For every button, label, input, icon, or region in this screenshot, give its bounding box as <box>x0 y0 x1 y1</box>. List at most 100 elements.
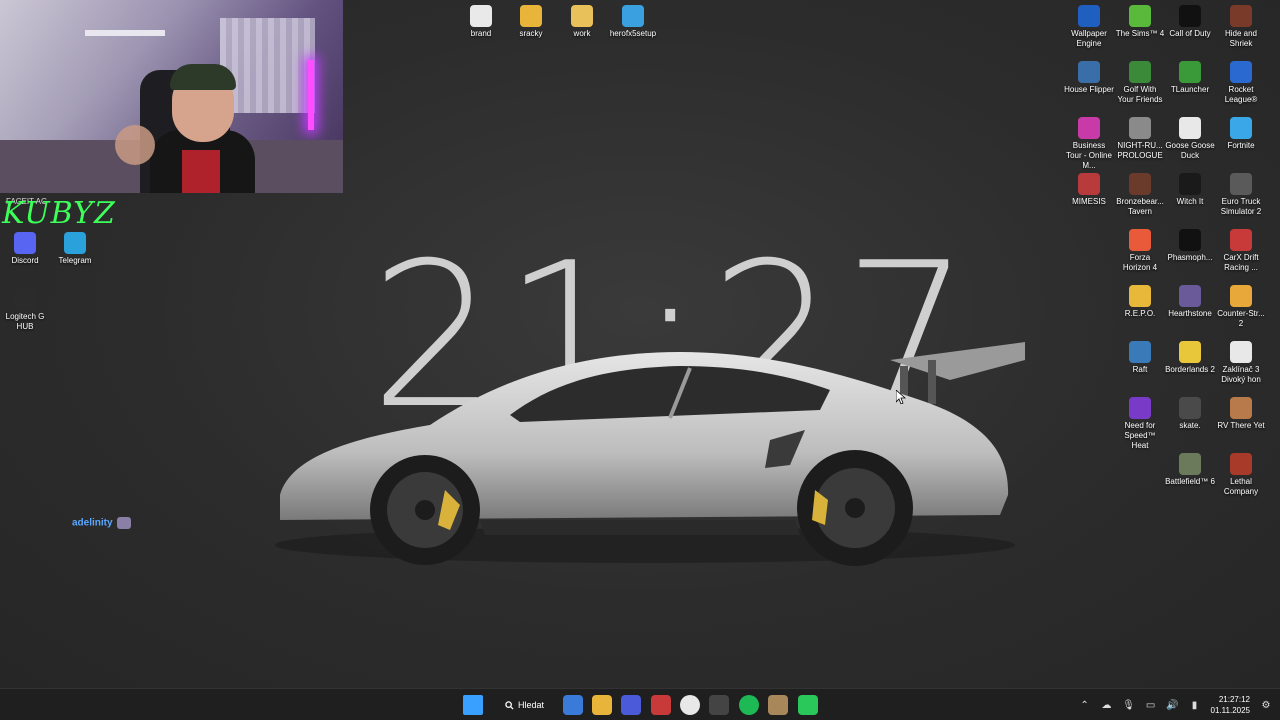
desktop-icon[interactable]: Euro Truck Simulator 2 <box>1216 173 1266 217</box>
desktop-icon[interactable]: MIMESIS <box>1064 173 1114 207</box>
app-blue-icon[interactable] <box>621 695 641 715</box>
witcher-icon <box>1230 341 1252 363</box>
volume-icon[interactable]: 🔊 <box>1166 699 1178 711</box>
desktop-icon[interactable]: Goose Goose Duck <box>1165 117 1215 161</box>
desktop-icon[interactable]: TLauncher <box>1165 61 1215 95</box>
desktop-icon[interactable]: work <box>557 5 607 39</box>
spotify-icon[interactable] <box>739 695 759 715</box>
stream-deck-icon[interactable] <box>651 695 671 715</box>
store-icon[interactable] <box>563 695 583 715</box>
desktop-icon[interactable]: Business Tour - Online M... <box>1064 117 1114 171</box>
desktop-icon-label: Rocket League® <box>1224 85 1258 104</box>
streamer-logo: KUBYZ <box>2 196 116 231</box>
desktop-icon[interactable]: RV There Yet <box>1216 397 1266 431</box>
taskbar: Hledat ⌃ ☁ 🎙 ▭ 🔊 ▮ 21:27:12 01.11.2025 ⚙ <box>0 688 1280 720</box>
desktop-icon-label: Business Tour - Online M... <box>1066 141 1112 170</box>
desktop-icon[interactable]: Call of Duty <box>1165 5 1215 39</box>
chrome-icon[interactable] <box>680 695 700 715</box>
house-flipper-icon <box>1078 61 1100 83</box>
desktop-icon-label: Hearthstone <box>1168 309 1212 318</box>
taskbar-clock[interactable]: 21:27:12 01.11.2025 <box>1211 694 1250 716</box>
cloud-icon[interactable]: ☁ <box>1101 699 1113 711</box>
network-icon[interactable]: ▭ <box>1145 699 1157 711</box>
chevron-up-icon[interactable]: ⌃ <box>1079 699 1091 711</box>
golf-icon <box>1129 61 1151 83</box>
desktop-icon[interactable]: brand <box>456 5 506 39</box>
desktop-icon[interactable]: sracky <box>506 5 556 39</box>
desktop-icon[interactable]: R.E.P.O. <box>1115 285 1165 319</box>
desktop-icon[interactable]: Rocket League® <box>1216 61 1266 105</box>
battery-icon[interactable]: ▮ <box>1189 699 1201 711</box>
desktop-icon[interactable]: Phasmoph... <box>1165 229 1215 263</box>
desktop-icon[interactable]: Bronzebear... Tavern <box>1115 173 1165 217</box>
desktop-icon-label: Phasmoph... <box>1167 253 1213 262</box>
desktop-icon[interactable]: Need for Speed™ Heat <box>1115 397 1165 451</box>
desktop-icon[interactable]: Hearthstone <box>1165 285 1215 319</box>
file-icon <box>470 5 492 27</box>
tlauncher-icon <box>1179 61 1201 83</box>
desktop-icon[interactable]: House Flipper <box>1064 61 1114 95</box>
search-label: Hledat <box>518 700 545 710</box>
file-explorer-icon[interactable] <box>592 695 612 715</box>
desktop-icon[interactable]: Borderlands 2 <box>1165 341 1215 375</box>
desktop-icon[interactable]: Hide and Shriek <box>1216 5 1266 49</box>
desktop-icon[interactable]: CarX Drift Racing ... <box>1216 229 1266 273</box>
desktop-icon-label: herofx5setup <box>609 29 657 38</box>
app-green-icon[interactable] <box>798 695 818 715</box>
notification-icon[interactable]: ⚙ <box>1260 699 1272 711</box>
lethal-company-icon <box>1230 453 1252 475</box>
desktop-icon-label: Golf With Your Friends <box>1117 85 1163 104</box>
repo-icon <box>1129 285 1151 307</box>
desktop-icon-label: Lethal Company <box>1223 477 1259 496</box>
desktop-icon[interactable]: Forza Horizon 4 <box>1115 229 1165 273</box>
installer-icon <box>622 5 644 27</box>
desktop-icon-label: work <box>573 29 591 38</box>
app-tan-icon[interactable] <box>768 695 788 715</box>
cod-icon <box>1179 5 1201 27</box>
carx-icon <box>1230 229 1252 251</box>
desktop-icon[interactable]: Wallpaper Engine <box>1064 5 1114 49</box>
truck-icon <box>1230 173 1252 195</box>
desktop-icon-label: CarX Drift Racing ... <box>1223 253 1259 272</box>
taskbar-search[interactable]: Hledat <box>497 695 551 715</box>
desktop-icon-label: Need for Speed™ Heat <box>1124 421 1156 450</box>
desktop-icon[interactable]: Discord <box>0 232 50 266</box>
desktop-icon[interactable]: Logitech G HUB <box>0 288 50 332</box>
desktop-icon[interactable]: Raft <box>1115 341 1165 375</box>
system-tray: ⌃ ☁ 🎙 ▭ 🔊 ▮ 21:27:12 01.11.2025 ⚙ <box>1079 689 1272 720</box>
desktop-icon-label: Goose Goose Duck <box>1165 141 1215 160</box>
fortnite-icon <box>1230 117 1252 139</box>
desktop-icon-label: Telegram <box>58 256 92 265</box>
borderlands-icon <box>1179 341 1201 363</box>
desktop-icon-label: Borderlands 2 <box>1165 365 1215 374</box>
desktop-icon[interactable]: NIGHT-RU... PROLOGUE <box>1115 117 1165 161</box>
forza-icon <box>1129 229 1151 251</box>
desktop-icon-label: R.E.P.O. <box>1124 309 1156 318</box>
obs-icon[interactable] <box>709 695 729 715</box>
desktop-icon[interactable]: The Sims™ 4 <box>1115 5 1165 39</box>
desktop-icon[interactable]: Battlefield™ 6 <box>1165 453 1215 487</box>
desktop-icon[interactable]: Lethal Company <box>1216 453 1266 497</box>
desktop-icon[interactable]: Golf With Your Friends <box>1115 61 1165 105</box>
desktop-icon[interactable]: Zaklínač 3 Divoký hon <box>1216 341 1266 385</box>
wallpaper-car <box>275 342 1025 566</box>
user-emote-icon <box>116 517 131 529</box>
desktop-icon[interactable]: skate. <box>1165 397 1215 431</box>
desktop-icon-label: Counter-Str... 2 <box>1217 309 1265 328</box>
epic-icon <box>1179 173 1201 195</box>
desktop-icon[interactable]: Counter-Str... 2 <box>1216 285 1266 329</box>
desktop-icon[interactable]: Telegram <box>50 232 100 266</box>
cs2-icon <box>1230 285 1252 307</box>
desktop-icon[interactable]: Fortnite <box>1216 117 1266 151</box>
folder-icon <box>571 5 593 27</box>
clock-date: 01.11.2025 <box>1210 706 1250 715</box>
windows-start-icon[interactable] <box>463 695 483 715</box>
desktop-icon-label: Euro Truck Simulator 2 <box>1220 197 1262 216</box>
rv-icon <box>1230 397 1252 419</box>
desktop: 21:27 FACEIT AG KUBYZ Discord Telegram L… <box>0 0 1280 688</box>
desktop-icon[interactable]: herofx5setup <box>608 5 658 39</box>
desktop-icon[interactable]: Witch It <box>1165 173 1215 207</box>
microphone-icon[interactable]: 🎙 <box>1122 699 1135 711</box>
hearthstone-icon <box>1179 285 1201 307</box>
desktop-icon-label: Battlefield™ 6 <box>1165 477 1215 486</box>
